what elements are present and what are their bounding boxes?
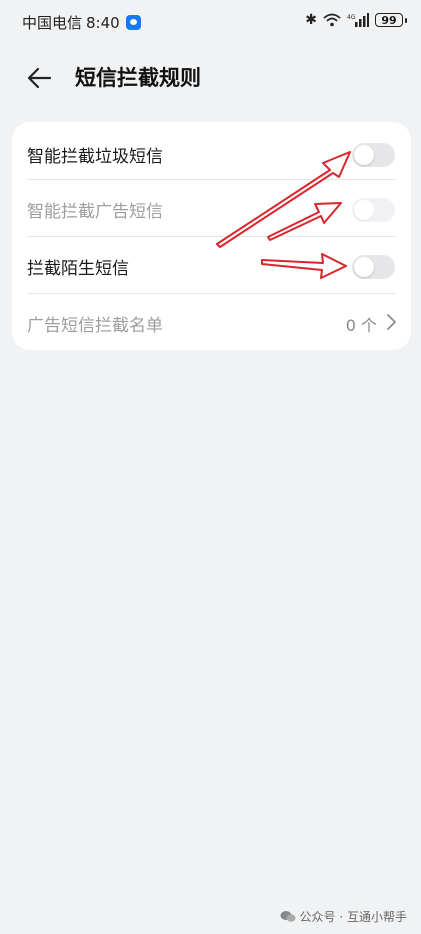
block-ads-toggle — [352, 198, 395, 222]
clock-time: 8:40 — [86, 13, 120, 32]
block-list-count: 0 个 — [345, 316, 377, 335]
toggle-knob — [354, 145, 374, 165]
status-right: ✱ 4G 99 — [305, 12, 407, 28]
watermark: 公众号 · 互通小帮手 — [280, 908, 407, 925]
svg-text:4G: 4G — [347, 14, 356, 21]
row-label: 广告短信拦截名单 — [27, 316, 163, 336]
status-left: 中国电信 8:40 — [22, 12, 141, 33]
bluetooth-icon: ✱ — [305, 12, 317, 28]
battery-icon: 99 — [375, 13, 407, 27]
row-block-spam[interactable]: 智能拦截垃圾短信 — [12, 124, 411, 181]
battery-level: 99 — [381, 14, 397, 27]
block-spam-toggle[interactable] — [352, 143, 395, 167]
status-bar: 中国电信 8:40 ✱ 4G 99 — [0, 0, 421, 44]
notification-app-icon — [125, 15, 141, 30]
carrier-name: 中国电信 — [22, 14, 83, 32]
wechat-icon — [280, 911, 296, 922]
row-block-ads: 智能拦截广告短信 — [12, 179, 411, 236]
page-header: 短信拦截规则 — [0, 56, 421, 100]
block-strangers-toggle[interactable] — [352, 255, 395, 279]
watermark-text: 公众号 · 互通小帮手 — [299, 910, 407, 924]
toggle-knob — [354, 200, 374, 220]
wifi-icon — [323, 13, 341, 27]
chevron-right-icon — [387, 314, 396, 330]
back-arrow-icon[interactable] — [24, 62, 56, 94]
toggle-knob — [354, 257, 374, 277]
row-label: 拦截陌生短信 — [27, 259, 129, 279]
row-label: 智能拦截垃圾短信 — [27, 147, 163, 167]
row-label: 智能拦截广告短信 — [27, 202, 163, 222]
row-ad-block-list[interactable]: 广告短信拦截名单 0 个 — [12, 293, 411, 350]
signal-icon: 4G — [347, 13, 369, 27]
row-block-strangers[interactable]: 拦截陌生短信 — [12, 236, 411, 293]
settings-card: 智能拦截垃圾短信 智能拦截广告短信 拦截陌生短信 广告短信拦截名单 0 个 — [12, 122, 411, 350]
page-title: 短信拦截规则 — [75, 66, 201, 90]
